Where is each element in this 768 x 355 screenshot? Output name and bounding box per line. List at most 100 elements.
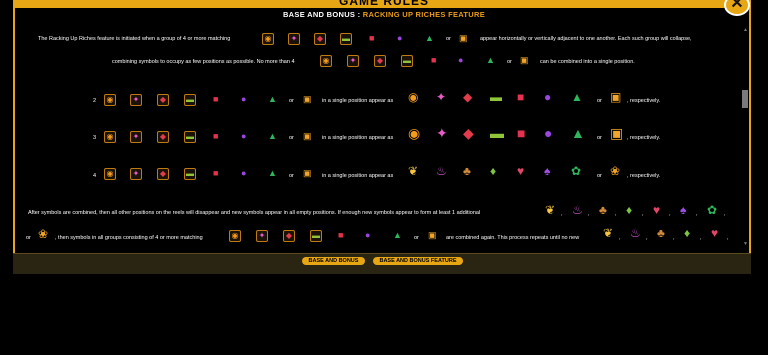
comma-text: ,	[696, 211, 698, 217]
green-bar-symbol-icon: ▬	[310, 230, 322, 242]
red-cube-icon: ■	[369, 33, 375, 43]
red-gem-symbol-icon: ◆	[374, 55, 386, 67]
purple-orb-icon: ●	[397, 33, 403, 43]
red-gem-symbol-icon: ◆	[157, 131, 169, 143]
section-heading: BASE AND BONUS : RACKING UP RICHES FEATU…	[0, 10, 768, 19]
row-count: 3	[93, 135, 97, 141]
green-gem-icon: ▲	[393, 230, 402, 240]
gold-box-icon: ▣	[520, 55, 529, 65]
green-gem-icon: ▲	[268, 131, 277, 141]
row-end: , respectively.	[627, 173, 661, 179]
money-bag-icon: ❦	[408, 164, 419, 178]
comma-text: ,	[724, 211, 726, 217]
green-bag-icon: ✿	[571, 164, 582, 178]
rule-text: , then symbols in all groups consisting …	[55, 235, 203, 241]
green-bar-symbol-icon: ▬	[184, 94, 196, 106]
comma-text: ,	[700, 235, 702, 241]
potion-icon: ♨	[572, 203, 583, 217]
gold-sack-icon: ❀	[38, 227, 49, 241]
pink-vial-icon: ♥	[711, 226, 719, 240]
fire-symbol-icon: ◉	[104, 131, 116, 143]
or-text: or	[289, 135, 294, 141]
comma-text: ,	[642, 211, 644, 217]
pink-vial-icon: ♥	[517, 164, 525, 178]
green-gem-icon: ▲	[486, 55, 495, 65]
rule-text: combining symbols to occupy as few posit…	[112, 59, 295, 65]
fire-symbol-icon: ◉	[104, 168, 116, 180]
double-green-gem-icon: ▲	[571, 90, 583, 104]
scrollbar-thumb[interactable]	[742, 90, 748, 108]
rule-text: appear horizontally or vertically adjace…	[480, 36, 692, 42]
pink-star-symbol-icon: ✦	[130, 131, 142, 143]
pink-vial-icon: ♥	[653, 203, 661, 217]
triple-star-icon: ✦	[436, 125, 448, 141]
purple-orb-icon: ●	[241, 131, 247, 141]
triple-fire-icon: ◉	[408, 125, 421, 141]
green-bar-symbol-icon: ▬	[184, 168, 196, 180]
or-text: or	[289, 173, 294, 179]
pink-star-symbol-icon: ✦	[288, 33, 300, 45]
gold-box-icon: ▣	[303, 131, 312, 141]
gold-box-icon: ▣	[303, 168, 312, 178]
triple-orb-icon: ●	[544, 125, 553, 141]
gold-box-icon: ▣	[428, 230, 437, 240]
green-bar-symbol-icon: ▬	[184, 131, 196, 143]
row-text: in a single position appear as	[322, 173, 394, 179]
red-gem-symbol-icon: ◆	[283, 230, 295, 242]
green-vial-icon: ♦	[490, 164, 497, 178]
double-cube-icon: ■	[517, 90, 525, 104]
rule-text: After symbols are combined, then all oth…	[28, 210, 481, 216]
gold-sack-icon: ❀	[610, 164, 621, 178]
fire-symbol-icon: ◉	[104, 94, 116, 106]
triple-bar-icon: ▬	[490, 125, 504, 141]
or-text: or	[597, 135, 602, 141]
purple-orb-icon: ●	[458, 55, 464, 65]
row-end: , respectively.	[627, 98, 661, 104]
tab-base-and-bonus-feature[interactable]: BASE AND BONUS FEATURE	[373, 257, 463, 265]
rule-text: can be combined into a single position.	[540, 59, 635, 65]
or-text: or	[507, 59, 512, 65]
red-cube-icon: ■	[338, 230, 344, 240]
pink-star-symbol-icon: ✦	[130, 168, 142, 180]
row-end: , respectively.	[627, 135, 661, 141]
green-vial-icon: ♦	[626, 203, 633, 217]
pink-star-symbol-icon: ✦	[256, 230, 268, 242]
comma-text: ,	[646, 235, 648, 241]
red-gem-symbol-icon: ◆	[157, 94, 169, 106]
double-gem-icon: ◆	[463, 90, 473, 104]
fire-symbol-icon: ◉	[320, 55, 332, 67]
row-text: in a single position appear as	[322, 135, 394, 141]
comma-text: ,	[615, 211, 617, 217]
rule-text: The Racking Up Riches feature is initiat…	[38, 36, 231, 42]
comma-text: ,	[561, 211, 563, 217]
fire-symbol-icon: ◉	[229, 230, 241, 242]
scroll-down-icon[interactable]: ▼	[743, 241, 748, 247]
section-highlight: RACKING UP RICHES FEATURE	[362, 10, 486, 19]
section-prefix: BASE AND BONUS :	[282, 10, 363, 19]
double-bar-icon: ▬	[490, 90, 502, 104]
or-text: or	[597, 173, 602, 179]
double-fire-icon: ◉	[408, 90, 419, 104]
red-cube-icon: ■	[213, 94, 219, 104]
triple-cube-icon: ■	[517, 125, 526, 141]
double-orb-icon: ●	[544, 90, 552, 104]
green-gem-icon: ▲	[268, 94, 277, 104]
red-cube-icon: ■	[213, 168, 219, 178]
gold-box-icon: ▣	[303, 94, 312, 104]
money-bag-icon: ❦	[603, 226, 614, 240]
purple-vial-icon: ♠	[680, 203, 687, 217]
row-text: in a single position appear as	[322, 98, 394, 104]
row-count: 2	[93, 98, 97, 104]
double-star-icon: ✦	[436, 90, 447, 104]
tab-base-and-bonus[interactable]: BASE AND BONUS	[302, 257, 365, 265]
scroll-up-icon[interactable]: ▲	[743, 27, 748, 33]
double-box-icon: ▣	[610, 90, 622, 104]
or-text: or	[414, 235, 419, 241]
red-gem-symbol-icon: ◆	[314, 33, 326, 45]
gold-box-icon: ▣	[459, 33, 468, 43]
comma-text: ,	[619, 235, 621, 241]
red-gem-symbol-icon: ◆	[157, 168, 169, 180]
potion-icon: ♨	[436, 164, 447, 178]
green-gem-icon: ▲	[425, 33, 434, 43]
triple-green-gem-icon: ▲	[571, 125, 585, 141]
